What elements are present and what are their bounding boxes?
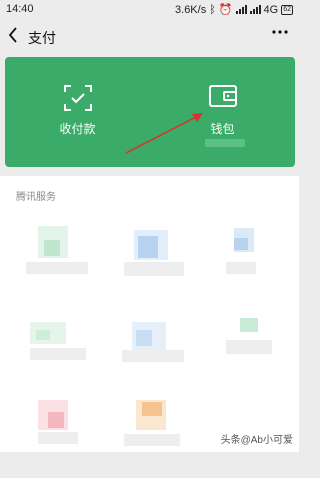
wallet-icon (208, 85, 237, 107)
nav-bar: 支付 (0, 20, 299, 52)
service-tile[interactable] (102, 294, 198, 382)
watermark: 头条@Ab小可爱 (220, 435, 293, 446)
service-tile[interactable] (102, 390, 198, 478)
scan-check-icon (63, 85, 92, 111)
status-time: 14:40 (6, 3, 34, 15)
service-tile[interactable] (4, 294, 100, 382)
service-tile[interactable] (102, 200, 198, 288)
bluetooth-icon: ᛒ (209, 3, 216, 16)
signal-icon-2 (249, 5, 261, 14)
service-tile[interactable] (4, 200, 100, 288)
receive-pay-button[interactable]: 收付款 (5, 57, 150, 167)
receive-pay-label: 收付款 (59, 122, 96, 136)
battery-icon: 62 (281, 4, 293, 15)
service-tile[interactable] (200, 200, 296, 288)
network-speed: 3.6K/s (175, 3, 207, 16)
wallet-balance-blurred (205, 139, 245, 147)
service-tile[interactable] (4, 390, 100, 478)
wallet-button[interactable]: 钱包 (150, 57, 295, 167)
chevron-left-icon[interactable] (8, 27, 18, 48)
alarm-icon: ⏰ (218, 4, 233, 16)
network-type: 4G (263, 3, 279, 16)
wallet-card: 收付款 钱包 (5, 57, 295, 167)
status-indicators: 3.6K/s ᛒ ⏰ 4G 62 (175, 3, 293, 16)
wallet-label: 钱包 (210, 122, 235, 136)
more-dots-icon[interactable] (271, 23, 289, 44)
service-tile[interactable] (200, 294, 296, 382)
page-title: 支付 (28, 30, 56, 46)
signal-icon (235, 5, 247, 14)
status-bar: 14:40 3.6K/s ᛒ ⏰ 4G 62 (0, 0, 299, 20)
services-panel: 腾讯服务 头条@Ab小可爱 (0, 176, 299, 452)
